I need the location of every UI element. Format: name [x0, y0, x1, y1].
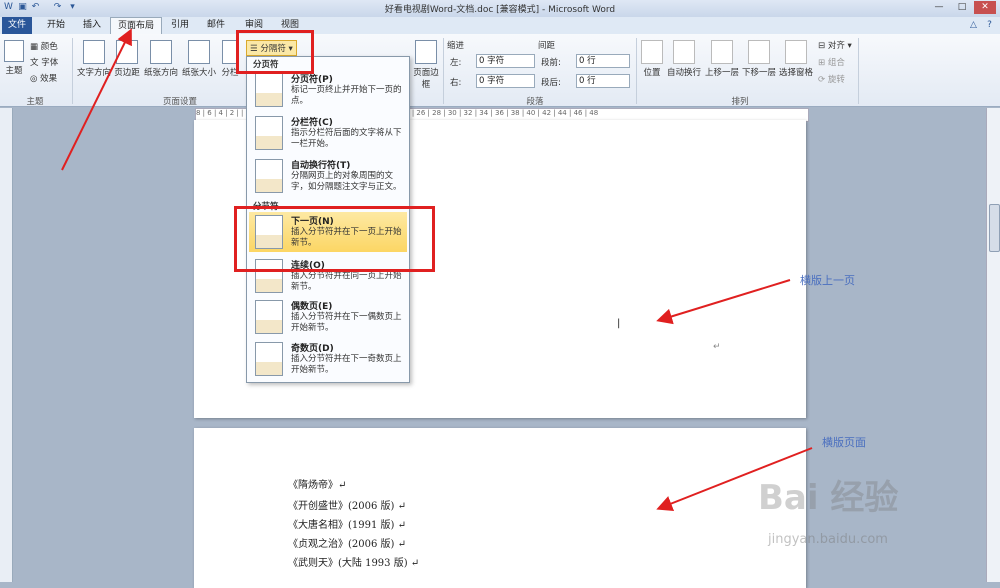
text-wrapping-icon: [255, 159, 283, 193]
menu-item-column-break[interactable]: 分栏符(C) 指示分栏符后面的文字将从下一栏开始。: [249, 113, 407, 153]
highlight-breaks-button: [236, 30, 314, 74]
odd-page-icon: [255, 342, 283, 376]
baidu-watermark-url: jingyan.baidu.com: [768, 532, 888, 547]
menu-item-page-break[interactable]: 分页符(P) 标记一页终止并开始下一页的点。: [249, 70, 407, 110]
arrow-to-page-layout-tab: [61, 28, 132, 171]
even-page-icon: [255, 300, 283, 334]
highlight-next-page: [234, 206, 435, 272]
arrow-to-prev-page: [656, 279, 791, 325]
baidu-watermark: Bai 经验: [758, 478, 899, 518]
menu-item-even-page[interactable]: 偶数页(E) 插入分节符并在下一偶数页上开始新节。: [249, 297, 407, 337]
page-break-icon: [255, 73, 283, 107]
menu-item-odd-page[interactable]: 奇数页(D) 插入分节符并在下一奇数页上开始新节。: [249, 339, 407, 379]
menu-item-text-wrapping[interactable]: 自动换行符(T) 分隔网页上的对象周围的文字，如分隔题注文字与正文。: [249, 156, 407, 196]
column-break-icon: [255, 116, 283, 150]
